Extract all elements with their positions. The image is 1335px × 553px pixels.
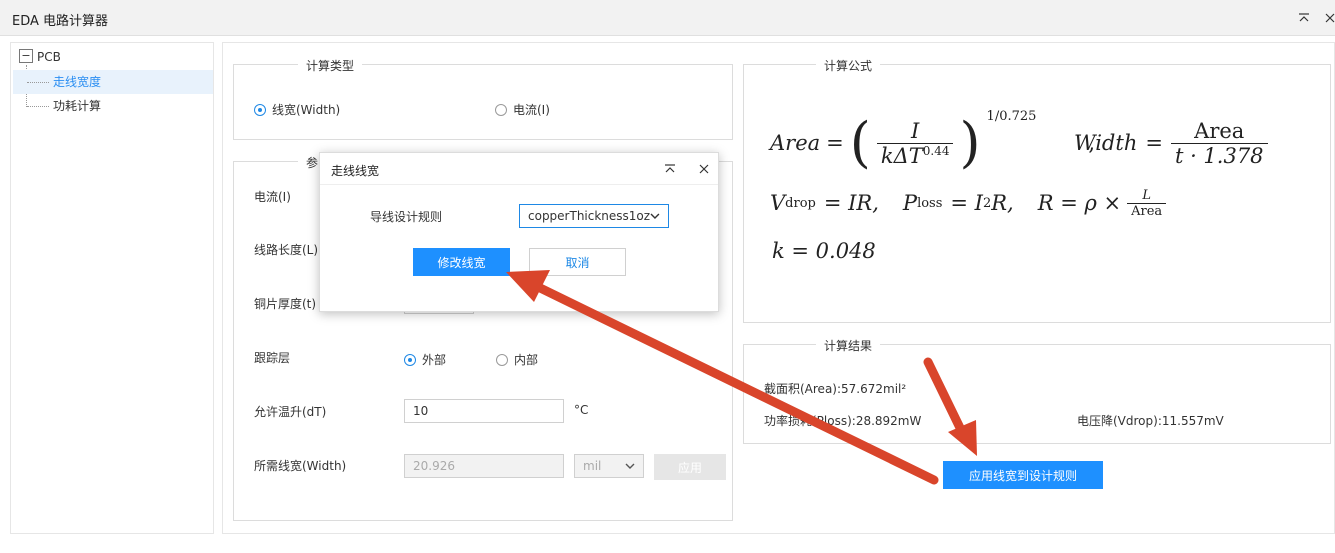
formula-denominator: kΔT0.44 bbox=[876, 142, 954, 168]
formula-text: P bbox=[902, 191, 918, 215]
radio-label: 电流(I) bbox=[513, 103, 550, 117]
formula-text: L bbox=[1142, 187, 1151, 203]
formula-text: I bbox=[911, 118, 920, 143]
temp-unit: °C bbox=[574, 403, 589, 417]
trace-width-dialog: 走线线宽 导线设计规则 copperThickness1oz 修改线宽 取消 bbox=[319, 152, 719, 312]
length-label: 线路长度(L) bbox=[254, 243, 319, 257]
width-label: 所需线宽(Width) bbox=[254, 459, 347, 473]
formula-text: loss bbox=[917, 195, 943, 211]
dialog-title: 走线线宽 bbox=[331, 164, 380, 178]
result-power: 功率损耗(Ploss):28.892mW bbox=[764, 414, 922, 428]
formula-fraction: L Area bbox=[1127, 187, 1167, 219]
dialog-cancel-button[interactable]: 取消 bbox=[529, 248, 626, 276]
window-title: EDA 电路计算器 bbox=[12, 14, 109, 29]
results-title: 计算结果 bbox=[816, 337, 881, 354]
apply-button[interactable]: 应用 bbox=[654, 454, 726, 480]
radio-width[interactable]: 线宽(Width) bbox=[254, 101, 340, 118]
formula-text: V bbox=[770, 191, 786, 215]
close-icon[interactable] bbox=[694, 159, 714, 179]
width-value: 20.926 bbox=[413, 459, 455, 473]
formula-paren: ( bbox=[849, 111, 871, 174]
temp-value: 10 bbox=[413, 404, 429, 418]
result-vdrop: 电压降(Vdrop):11.557mV bbox=[1077, 414, 1224, 428]
rule-select[interactable]: copperThickness1oz bbox=[519, 204, 669, 228]
calc-type-group: 计算类型 线宽(Width) 电流(I) bbox=[233, 57, 733, 140]
formula-text: R, bbox=[991, 191, 1014, 215]
formula-text: 1/0.725 bbox=[986, 109, 1037, 124]
width-unit-value: mil bbox=[583, 459, 602, 473]
radio-checked-icon bbox=[254, 103, 266, 116]
formula-text: Width bbox=[1074, 131, 1138, 155]
radio-label: 线宽(Width) bbox=[272, 103, 341, 117]
formula-text: t · 1.378 bbox=[1170, 142, 1268, 168]
tree-collapse-toggle[interactable]: − bbox=[19, 49, 33, 63]
chevron-down-icon bbox=[650, 213, 660, 219]
layer-label: 跟踪层 bbox=[254, 351, 291, 365]
formula-text: Area bbox=[1127, 202, 1167, 219]
modify-width-button[interactable]: 修改线宽 bbox=[413, 248, 510, 276]
close-icon[interactable] bbox=[1320, 8, 1335, 28]
formula-text: = I bbox=[950, 191, 983, 215]
temp-input[interactable]: 10 bbox=[404, 399, 564, 423]
dialog-header: 走线线宽 bbox=[320, 153, 718, 185]
formula-text: drop bbox=[785, 195, 816, 211]
formula-fraction: Area t · 1.378 bbox=[1170, 118, 1268, 168]
radio-layer-internal[interactable]: 内部 bbox=[496, 351, 538, 368]
formula-paren: ) bbox=[959, 111, 981, 174]
radio-label: 内部 bbox=[514, 353, 539, 367]
current-label: 电流(I) bbox=[254, 190, 291, 204]
formula-group: 计算公式 Area = ( I kΔT0.44 ) 1/0.725 , Widt… bbox=[743, 57, 1331, 323]
rule-select-value: copperThickness1oz bbox=[528, 209, 651, 223]
chevron-down-icon bbox=[625, 463, 635, 469]
formula-text: = IR, bbox=[823, 191, 879, 215]
width-output: 20.926 bbox=[404, 454, 564, 478]
width-unit-select[interactable]: mil bbox=[574, 454, 644, 478]
result-area: 截面积(Area):57.672mil² bbox=[764, 382, 907, 396]
tree-item-power-calc[interactable]: 功耗计算 bbox=[53, 94, 101, 118]
formula-text: = bbox=[826, 131, 844, 155]
radio-label: 外部 bbox=[422, 353, 447, 367]
formula-title: 计算公式 bbox=[816, 57, 881, 74]
formula-area: Area = ( I kΔT0.44 ) 1/0.725 , bbox=[770, 109, 1095, 174]
formula-text: 0.44 bbox=[922, 143, 950, 158]
formula-text: = bbox=[1145, 131, 1163, 155]
formula-text: k = 0.048 bbox=[772, 239, 876, 263]
radio-layer-external[interactable]: 外部 bbox=[404, 351, 446, 368]
temp-label: 允许温升(dT) bbox=[254, 405, 327, 419]
formula-text: Area bbox=[770, 131, 821, 155]
calc-type-title: 计算类型 bbox=[298, 57, 363, 74]
formula-losses: Vdrop = IR, Ploss = I 2 R, R = ρ × L Area bbox=[770, 185, 1167, 221]
formula-text: 2 bbox=[982, 195, 992, 211]
tree-branch bbox=[27, 82, 49, 83]
title-bar: EDA 电路计算器 bbox=[0, 0, 1335, 36]
results-group: 计算结果 截面积(Area):57.672mil² 功率损耗(Ploss):28… bbox=[743, 337, 1331, 444]
tree-panel: − PCB 走线宽度 功耗计算 bbox=[10, 42, 214, 534]
apply-width-to-rules-button[interactable]: 应用线宽到设计规则 bbox=[943, 461, 1103, 489]
formula-k: k = 0.048 bbox=[772, 239, 876, 263]
rule-label: 导线设计规则 bbox=[370, 210, 443, 224]
radio-unchecked-icon bbox=[496, 353, 508, 366]
formula-text: kΔT bbox=[880, 143, 923, 168]
formula-text: R = ρ × bbox=[1037, 191, 1122, 215]
tree-item-label: 走线宽度 bbox=[53, 75, 102, 89]
tree-branch bbox=[27, 106, 49, 107]
radio-checked-icon bbox=[404, 353, 416, 366]
radio-current[interactable]: 电流(I) bbox=[495, 101, 550, 118]
formula-text: Area bbox=[1194, 118, 1245, 143]
tree-root-pcb[interactable]: PCB bbox=[37, 45, 61, 69]
formula-fraction: I kΔT0.44 bbox=[876, 118, 954, 168]
chevron-up-icon[interactable] bbox=[1294, 8, 1314, 28]
formula-width: Width = Area t · 1.378 bbox=[1074, 115, 1268, 171]
radio-unchecked-icon bbox=[495, 103, 507, 116]
chevron-up-icon[interactable] bbox=[660, 159, 680, 179]
thickness-label: 铜片厚度(t) bbox=[254, 297, 317, 311]
